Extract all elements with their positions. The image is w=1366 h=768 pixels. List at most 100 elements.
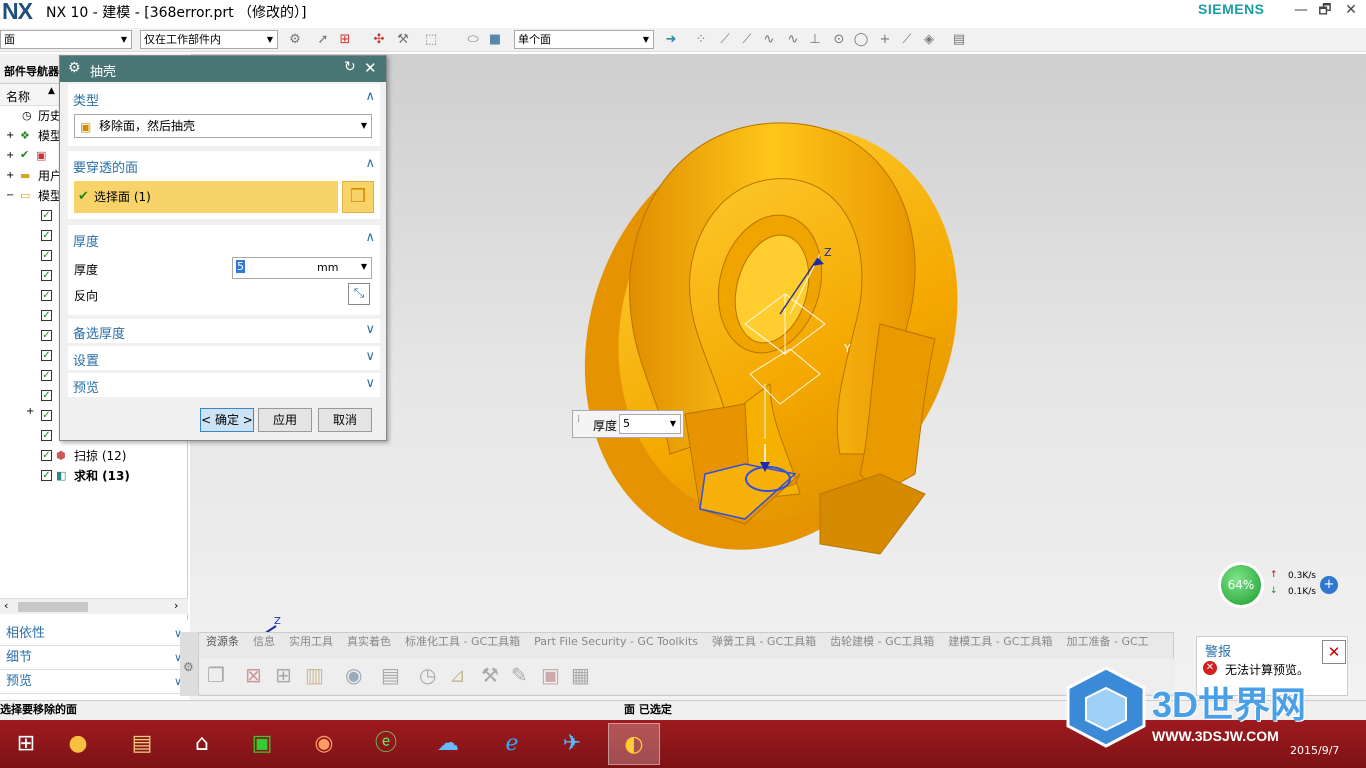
taskbar-360[interactable]: ⓔ <box>360 723 412 765</box>
restore-button[interactable]: 🗗 <box>1312 0 1338 22</box>
assembly-nav-icon[interactable]: ⊞ <box>275 663 292 687</box>
resource-tab[interactable]: Part File Security - GC Toolkits <box>534 635 698 648</box>
settings-header[interactable]: 设置 ∨ <box>68 346 380 370</box>
snap-on-curve-icon[interactable]: ⟋ <box>898 31 916 49</box>
palette-icon[interactable]: ▦ <box>571 663 590 687</box>
snap-icon[interactable]: ⊞ <box>336 31 354 49</box>
scroll-left-icon[interactable]: ‹ <box>4 599 8 612</box>
assembly-icon[interactable]: ⚒ <box>394 31 412 49</box>
float-thickness-input[interactable]: 5 ▼ <box>619 414 681 434</box>
resource-tab[interactable]: 弹簧工具 - GC工具箱 <box>712 635 816 648</box>
alt-thickness-section[interactable]: 备选厚度 ∨ <box>68 319 380 343</box>
dialog-title-bar[interactable]: ⚙ 抽壳 ↻ ✕ <box>60 56 386 82</box>
resource-bar-gear[interactable]: ⚙ <box>180 632 198 696</box>
feature-checkbox[interactable]: ✓ <box>41 410 52 421</box>
feature-checkbox[interactable]: ✓ <box>41 430 52 441</box>
resource-tab[interactable]: 真实着色 <box>347 635 391 648</box>
face-select-button[interactable]: ❒ <box>342 181 374 213</box>
history-icon[interactable]: ▤ <box>381 663 400 687</box>
docs-icon[interactable]: ❐ <box>207 663 225 687</box>
taskbar-app-ball[interactable]: ◉ <box>298 723 350 765</box>
feature-checkbox[interactable]: ✓ <box>41 370 52 381</box>
scroll-right-icon[interactable]: › <box>174 599 178 612</box>
taskbar-store[interactable]: ▣ <box>236 723 288 765</box>
resource-tab[interactable]: 信息 <box>253 635 275 648</box>
snap-mid-icon[interactable]: ⟋ <box>738 31 756 49</box>
feature-checkbox[interactable]: ✓ <box>41 350 52 361</box>
reverse-direction-button[interactable]: ⤡ <box>348 283 370 305</box>
shell-type-select[interactable]: ▣ 移除面，然后抽壳 ▼ <box>74 114 372 138</box>
snap-end-icon[interactable]: ⟋ <box>716 31 734 49</box>
expand-icon[interactable]: + <box>6 126 14 146</box>
apply-button[interactable]: 应用 <box>258 408 312 432</box>
feature-checkbox[interactable]: ✓ <box>41 390 52 401</box>
feature-checkbox[interactable]: ✓ <box>41 310 52 321</box>
snap-exist-point-icon[interactable]: + <box>876 31 894 49</box>
snap-quadrant-icon[interactable]: ◯ <box>852 31 870 49</box>
feature-checkbox[interactable]: ✓ <box>41 290 52 301</box>
network-widget[interactable]: 64% ↑ 0.3K/s ↓ 0.1K/s + <box>1218 562 1346 608</box>
alert-close-button[interactable]: ✕ <box>1322 640 1346 664</box>
type-filter-select[interactable]: 面 ▼ <box>0 30 132 49</box>
preview-section[interactable]: 预览 ∨ <box>68 373 380 397</box>
box-select-icon[interactable]: ⬚ <box>422 31 440 49</box>
thickness-input[interactable]: 5 mm ▼ <box>232 257 372 279</box>
web-icon[interactable]: ◉ <box>345 663 362 687</box>
expand-icon[interactable]: + <box>26 406 34 417</box>
feature-checkbox[interactable]: ✓ <box>41 210 52 221</box>
measure-icon[interactable]: ⊿ <box>449 663 466 687</box>
snap-control-icon[interactable]: ∿ <box>784 31 802 49</box>
library-icon[interactable]: ▥ <box>305 663 324 687</box>
feature-checkbox[interactable]: ✓ <box>41 470 52 481</box>
filter-icon[interactable]: ⚙ <box>286 31 304 49</box>
selection-scope-select[interactable]: 仅在工作部件内 ▼ <box>140 30 278 49</box>
feature-checkbox[interactable]: ✓ <box>41 270 52 281</box>
resource-tab[interactable]: 标准化工具 - GC工具箱 <box>405 635 520 648</box>
close-button[interactable]: ✕ <box>1338 0 1364 22</box>
snap-intersect-icon[interactable]: ⊥ <box>806 31 824 49</box>
plus-icon[interactable]: + <box>1320 576 1338 594</box>
preview-header[interactable]: 预览 ∨ <box>68 373 380 397</box>
eraser-icon[interactable]: ⬭ <box>464 31 482 49</box>
snap-center-icon[interactable]: ⊙ <box>830 31 848 49</box>
wrench-icon[interactable]: ✎ <box>511 663 528 687</box>
resource-tab[interactable]: 实用工具 <box>289 635 333 648</box>
point-icon[interactable]: ✣ <box>370 31 388 49</box>
snap-curve-icon[interactable]: ∿ <box>760 31 778 49</box>
taskbar-nx[interactable]: ◐ <box>608 723 660 765</box>
select-icon[interactable]: ➚ <box>314 31 332 49</box>
alt-thickness-header[interactable]: 备选厚度 ∨ <box>68 319 380 343</box>
resource-tab[interactable]: 资源条 <box>206 635 239 648</box>
resource-tab[interactable]: 加工准备 - GC工 <box>1066 635 1148 648</box>
reset-icon[interactable]: ↻ <box>344 59 356 75</box>
snap-face-icon[interactable]: ◈ <box>920 31 938 49</box>
minimize-button[interactable]: — <box>1288 0 1314 22</box>
feature-checkbox[interactable]: ✓ <box>41 250 52 261</box>
settings-section[interactable]: 设置 ∨ <box>68 346 380 370</box>
preview-panel[interactable]: 预览 ∨ <box>0 670 188 694</box>
arrow-right-icon[interactable]: ➜ <box>662 31 680 49</box>
taskbar-app-bird[interactable]: ✈ <box>546 723 598 765</box>
tree-row-unite[interactable]: ✓ ◧ 求和 (13) <box>0 466 188 486</box>
grid-icon[interactable]: ▤ <box>950 31 968 49</box>
feature-checkbox[interactable]: ✓ <box>41 450 52 461</box>
thickness-section-header[interactable]: 厚度 ∧ <box>68 225 380 253</box>
drag-handle-icon[interactable]: ⁞ <box>577 414 580 425</box>
dependencies-panel[interactable]: 相依性 ∨ <box>0 622 188 646</box>
taskbar-ie[interactable]: ℯ <box>486 723 538 765</box>
taskbar-cloud[interactable]: ☁ <box>422 723 474 765</box>
faces-section-header[interactable]: 要穿透的面 ∧ <box>68 151 380 179</box>
taskbar-file-explorer[interactable]: ▤ <box>116 723 168 765</box>
navigator-scrollbar[interactable]: ‹ › <box>0 598 188 614</box>
taskbar-home[interactable]: ⌂ <box>176 723 228 765</box>
select-face-row[interactable]: ✔ 选择面 (1) <box>74 181 338 213</box>
feature-checkbox[interactable]: ✓ <box>41 230 52 241</box>
resource-tab[interactable]: 齿轮建模 - GC工具箱 <box>830 635 934 648</box>
collapse-icon[interactable]: − <box>6 186 14 206</box>
feature-checkbox[interactable]: ✓ <box>41 330 52 341</box>
tree-row-sweep[interactable]: ✓ ⬢ 扫掠 (12) <box>0 446 188 466</box>
expand-icon[interactable]: + <box>6 166 14 186</box>
expand-icon[interactable]: + <box>6 146 14 166</box>
cancel-button[interactable]: 取消 <box>318 408 372 432</box>
clock-icon[interactable]: ◷ <box>419 663 436 687</box>
